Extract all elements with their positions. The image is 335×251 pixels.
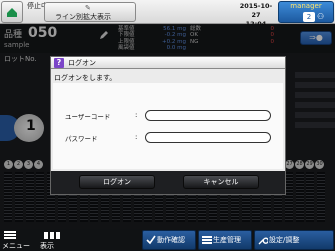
user-name: manager: [290, 2, 322, 10]
user-code-label: ユーザーコード: [65, 113, 111, 121]
check-icon: [146, 235, 156, 245]
menu-button[interactable]: メニュー: [2, 241, 30, 251]
settings-button[interactable]: 設定/調整: [254, 230, 334, 250]
dialog-titlebar: ? ログオン: [51, 57, 285, 69]
user-code-field[interactable]: [145, 110, 271, 121]
wrench-icon: [258, 237, 268, 245]
bottom-bar: メニュー 表示 動作確認 生産管理 設定/調整: [0, 229, 335, 251]
top-bar: 停止中 ✎ ライン別拡大表示 2015-10-27 12:04 manager …: [0, 0, 335, 28]
users-icon: ⚇: [317, 12, 325, 21]
line-zoom-label: ライン別拡大表示: [55, 13, 111, 21]
user-code-colon: :: [135, 111, 138, 119]
menu-icon[interactable]: [4, 231, 16, 239]
dialog-message: ログオンをします。: [54, 74, 117, 82]
pin-icon: ✎: [85, 4, 91, 12]
dialog-title: ログオン: [68, 59, 96, 67]
display-button[interactable]: 表示: [40, 241, 54, 251]
user-count: 2: [303, 12, 315, 22]
password-colon: :: [135, 133, 138, 141]
stop-button[interactable]: [1, 1, 23, 23]
question-icon: ?: [54, 58, 64, 68]
operation-check-label: 動作確認: [157, 236, 185, 244]
home-icon: [7, 8, 17, 17]
password-label: パスワード: [65, 135, 98, 143]
dialog-footer: ログオン キャンセル: [51, 171, 285, 194]
grid-view-icon[interactable]: [44, 232, 60, 239]
line-zoom-button[interactable]: ✎ ライン別拡大表示: [44, 2, 136, 22]
settings-label: 設定/調整: [269, 236, 300, 244]
cancel-button[interactable]: キャンセル: [183, 175, 259, 189]
date: 2015-10-27: [239, 2, 273, 19]
user-badge[interactable]: manager 2 ⚇: [278, 1, 334, 23]
logon-button[interactable]: ログオン: [79, 175, 155, 189]
operation-check-button[interactable]: 動作確認: [142, 230, 196, 250]
production-management-button[interactable]: 生産管理: [198, 230, 252, 250]
logon-dialog: ? ログオン ログオンをします。 ユーザーコード : パスワード : ログオン …: [50, 56, 286, 195]
production-management-label: 生産管理: [213, 236, 241, 244]
menu-area: メニュー 表示: [0, 229, 70, 251]
password-field[interactable]: [145, 132, 271, 143]
list-icon: [202, 236, 212, 244]
dialog-form: ユーザーコード : パスワード :: [53, 83, 283, 169]
